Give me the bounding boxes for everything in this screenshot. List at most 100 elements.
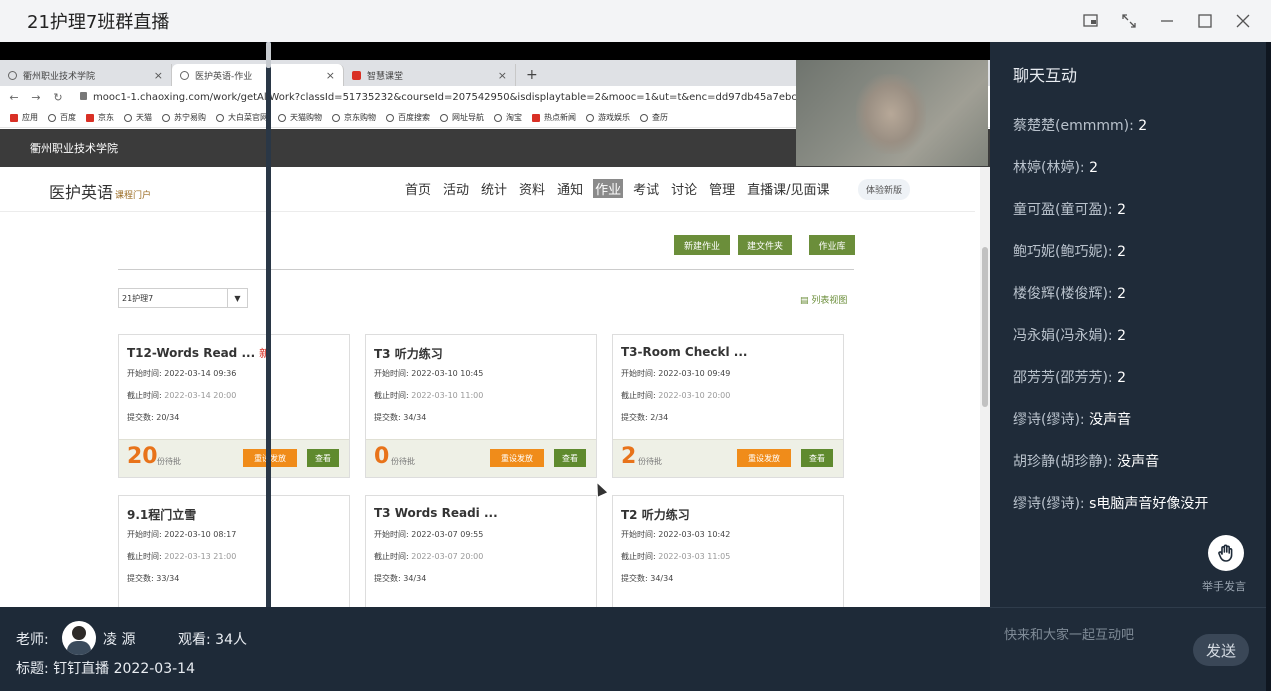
bookmark-item[interactable]: 百度: [48, 112, 76, 123]
pip-icon[interactable]: [1081, 11, 1101, 31]
homework-card[interactable]: T3 听力练习 开始时间: 2022-03-10 10:45 截止时间: 202…: [365, 334, 597, 478]
card-title[interactable]: T2 听力练习: [621, 506, 690, 523]
nav-activity[interactable]: 活动: [441, 179, 471, 198]
url-field[interactable]: mooc1-1.chaoxing.com/work/getAllWork?cla…: [80, 91, 804, 103]
list-view-toggle[interactable]: ▤ 列表视图: [800, 293, 847, 306]
bookmark-label: 热点新闻: [544, 113, 576, 122]
bookmark-item[interactable]: 热点新闻: [532, 112, 576, 123]
bookmark-label: 大白菜官网: [228, 113, 268, 122]
chat-text: 没声音: [1117, 454, 1160, 470]
new-homework-button[interactable]: 新建作业: [674, 235, 730, 255]
homework-card[interactable]: T12-Words Read ... 新 开始时间: 2022-03-14 09:…: [118, 334, 350, 478]
window-edge: [1266, 42, 1271, 691]
card-footer: 0 份待批 重设发放 查看: [366, 439, 596, 477]
window-title: 21护理7班群直播: [27, 12, 170, 33]
homework-card[interactable]: 9.1程门立雪 开始时间: 2022-03-10 08:17 截止时间: 202…: [118, 495, 350, 607]
start-label: 开始时间:: [374, 369, 409, 378]
send-button[interactable]: 发送: [1193, 634, 1249, 666]
nav-homework[interactable]: 作业: [593, 179, 624, 198]
browser-tab[interactable]: 医护英语-作业 ×: [172, 64, 344, 86]
view-button[interactable]: 查看: [554, 449, 586, 467]
view-button[interactable]: 查看: [801, 449, 833, 467]
bookmark-item[interactable]: 百度搜索: [386, 112, 430, 123]
chat-scrollbar[interactable]: [266, 42, 271, 607]
bookmark-item[interactable]: 大白菜官网: [216, 112, 268, 123]
close-icon[interactable]: [1233, 11, 1253, 31]
chat-message: 蔡楚楚(emmmm): 2: [1013, 115, 1147, 135]
tab-close-icon[interactable]: ×: [498, 69, 507, 82]
chat-input[interactable]: 快来和大家一起互动吧: [1004, 624, 1134, 643]
bookmark-item[interactable]: 天猫: [124, 112, 152, 123]
new-folder-button[interactable]: 建文件夹: [738, 235, 792, 255]
card-start: 开始时间: 2022-03-14 09:36: [127, 368, 236, 379]
tab-close-icon[interactable]: ×: [326, 69, 335, 82]
scrollbar-thumb[interactable]: [266, 42, 271, 68]
republish-button[interactable]: 重设发放: [490, 449, 544, 467]
end-label: 截止时间:: [127, 391, 162, 400]
homework-card[interactable]: T3 Words Readi ... 开始时间: 2022-03-07 09:5…: [365, 495, 597, 607]
bookmark-item[interactable]: 京东购物: [332, 112, 376, 123]
nav-home[interactable]: 首页: [403, 179, 433, 198]
nav-live[interactable]: 直播课/见面课: [745, 179, 831, 198]
start-value: 2022-03-10 08:17: [164, 530, 237, 539]
card-title[interactable]: T3-Room Checkl ...: [621, 345, 747, 359]
republish-button[interactable]: 重设发放: [737, 449, 791, 467]
new-tab-button[interactable]: +: [526, 64, 538, 86]
teacher-name: 凌 源: [103, 632, 136, 648]
maximize-icon[interactable]: [1195, 11, 1215, 31]
window-controls: [1081, 0, 1253, 42]
card-title[interactable]: 9.1程门立雪: [127, 506, 196, 523]
card-end: 截止时间: 2022-03-13 21:00: [127, 551, 236, 562]
forward-icon[interactable]: →: [28, 91, 44, 104]
bookmark-item[interactable]: 苏宁易购: [162, 112, 206, 123]
browser-tab[interactable]: 衢州职业技术学院 ×: [0, 64, 172, 86]
url-text: mooc1-1.chaoxing.com/work/getAllWork?cla…: [93, 91, 804, 103]
bookmark-item[interactable]: 淘宝: [494, 112, 522, 123]
bookmark-item[interactable]: 查历: [640, 112, 668, 123]
card-title[interactable]: T3 听力练习: [374, 345, 443, 362]
avatar[interactable]: [62, 621, 96, 655]
card-end: 截止时间: 2022-03-03 11:05: [621, 551, 730, 562]
tab-label: 衢州职业技术学院: [23, 71, 96, 82]
nav-materials[interactable]: 资料: [517, 179, 547, 198]
bookmark-icon: [494, 113, 502, 122]
raise-hand-icon[interactable]: [1208, 535, 1244, 571]
browser-tab[interactable]: 智慧课堂 ×: [344, 64, 516, 86]
course-portal-link[interactable]: 课程门户: [115, 191, 151, 201]
view-button[interactable]: 查看: [307, 449, 339, 467]
start-label: 开始时间:: [621, 530, 656, 539]
nav-stats[interactable]: 统计: [479, 179, 509, 198]
bookmark-icon: [386, 113, 394, 122]
homework-library-button[interactable]: 作业库: [809, 235, 855, 255]
nav-exam[interactable]: 考试: [631, 179, 661, 198]
nav-notice[interactable]: 通知: [555, 179, 585, 198]
bookmark-item[interactable]: 应用: [10, 112, 38, 123]
end-label: 截止时间:: [621, 391, 656, 400]
nav-discussion[interactable]: 讨论: [669, 179, 699, 198]
homework-card[interactable]: T3-Room Checkl ... 开始时间: 2022-03-10 09:4…: [612, 334, 844, 478]
scrollbar-thumb[interactable]: [982, 247, 988, 407]
new-version-button[interactable]: 体验新版: [858, 179, 911, 200]
class-select[interactable]: 21护理7 ▼: [118, 288, 248, 308]
card-title[interactable]: T12-Words Read ... 新: [127, 345, 270, 361]
homework-card[interactable]: T2 听力练习 开始时间: 2022-03-03 10:42 截止时间: 202…: [612, 495, 844, 607]
reload-icon[interactable]: ↻: [50, 91, 66, 104]
nav-manage[interactable]: 管理: [707, 179, 737, 198]
bookmark-item[interactable]: 网址导航: [440, 112, 484, 123]
chat-user: 童可盈(童可盈):: [1013, 202, 1113, 218]
card-title[interactable]: T3 Words Readi ...: [374, 506, 498, 520]
end-value: 2022-03-13 21:00: [164, 552, 237, 561]
minimize-icon[interactable]: [1157, 11, 1177, 31]
back-icon[interactable]: ←: [6, 91, 22, 104]
live-video[interactable]: 衢州职业技术学院 × 医护英语-作业 × 智慧课堂 × + ← → ↻ mooc…: [0, 42, 990, 607]
fullscreen-icon[interactable]: [1119, 11, 1139, 31]
tab-close-icon[interactable]: ×: [154, 69, 163, 82]
page-scrollbar[interactable]: [980, 167, 990, 607]
bookmark-icon: [278, 113, 286, 122]
list-view-label: 列表视图: [811, 296, 848, 306]
bookmark-item[interactable]: 天猫购物: [278, 112, 322, 123]
card-start: 开始时间: 2022-03-07 09:55: [374, 529, 483, 540]
raise-hand-label[interactable]: 举手发言: [1202, 578, 1246, 594]
bookmark-item[interactable]: 京东: [86, 112, 114, 123]
bookmark-item[interactable]: 游戏娱乐: [586, 112, 630, 123]
